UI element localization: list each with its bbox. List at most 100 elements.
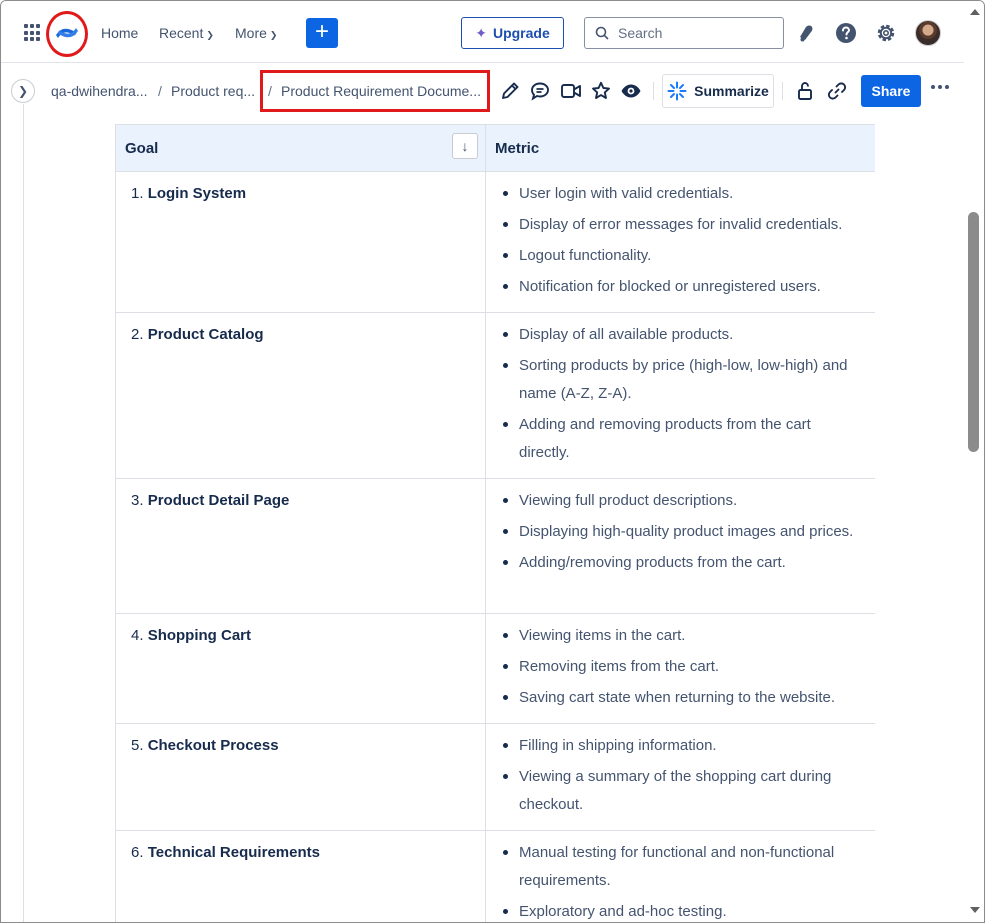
- list-item: Viewing a summary of the shopping cart d…: [500, 763, 861, 819]
- goal-title: Shopping Cart: [147, 627, 252, 644]
- settings-gear-icon[interactable]: [874, 21, 898, 45]
- column-header-label: Metric: [495, 139, 540, 157]
- notifications-icon[interactable]: [794, 21, 818, 45]
- goal-number: 3.: [131, 492, 144, 509]
- table-row: 4. Shopping Cart Viewing items in the ca…: [115, 613, 875, 724]
- metric-cell[interactable]: User login with valid credentials. Displ…: [485, 171, 875, 313]
- confluence-logo-icon[interactable]: [56, 23, 78, 43]
- table-row: 6. Technical Requirements Manual testing…: [115, 830, 875, 922]
- page-header-bar: ❯ qa-dwihendra... / Product req... / Pro…: [1, 63, 964, 118]
- help-icon[interactable]: [834, 21, 858, 45]
- requirements-table-container: Goal ↓ Metric 1. Login System User login…: [115, 124, 875, 922]
- goal-title: Checkout Process: [147, 737, 279, 754]
- sidebar-edge: [23, 104, 24, 922]
- edit-pencil-icon[interactable]: [499, 80, 521, 102]
- video-record-icon[interactable]: [560, 80, 582, 102]
- list-item: Viewing items in the cart.: [500, 622, 861, 650]
- table-row: 3. Product Detail Page Viewing full prod…: [115, 478, 875, 614]
- metric-cell[interactable]: Viewing items in the cart. Removing item…: [485, 613, 875, 724]
- list-item: Notification for blocked or unregistered…: [500, 273, 861, 301]
- list-item: Filling in shipping information.: [500, 732, 861, 760]
- more-actions-icon[interactable]: [931, 85, 949, 89]
- metric-list: Manual testing for functional and non-fu…: [500, 839, 861, 922]
- metric-cell[interactable]: Manual testing for functional and non-fu…: [485, 830, 875, 922]
- scrollbar-thumb[interactable]: [968, 212, 979, 452]
- share-button[interactable]: Share: [861, 75, 921, 107]
- goal-cell[interactable]: 1. Login System: [115, 171, 486, 313]
- metric-cell[interactable]: Viewing full product descriptions. Displ…: [485, 478, 875, 614]
- nav-recent[interactable]: Recent ❯: [159, 25, 214, 41]
- nav-recent-label: Recent: [159, 25, 204, 41]
- list-item: Removing items from the cart.: [500, 653, 861, 681]
- goal-cell[interactable]: 2. Product Catalog: [115, 312, 486, 479]
- top-navigation: Home Recent ❯ More ❯ + ✦ Upgrade: [1, 1, 964, 63]
- annotation-box: [260, 70, 490, 112]
- table-row: 1. Login System User login with valid cr…: [115, 171, 875, 313]
- table-row: 2. Product Catalog Display of all availa…: [115, 312, 875, 479]
- goal-title: Product Catalog: [147, 326, 264, 343]
- list-item: Logout functionality.: [500, 242, 861, 270]
- ai-sparkle-icon: [667, 81, 687, 101]
- nav-home[interactable]: Home: [101, 25, 138, 41]
- column-header-metric[interactable]: Metric: [485, 124, 875, 172]
- goal-cell[interactable]: 3. Product Detail Page: [115, 478, 486, 614]
- column-header-goal[interactable]: Goal ↓: [115, 124, 486, 172]
- vertical-scrollbar[interactable]: [964, 1, 984, 922]
- breadcrumb-parent[interactable]: Product req...: [171, 83, 255, 99]
- metric-cell[interactable]: Display of all available products. Sorti…: [485, 312, 875, 479]
- comment-icon[interactable]: [529, 80, 551, 102]
- search-icon: [595, 26, 609, 40]
- app-switcher-icon[interactable]: [24, 24, 42, 42]
- metric-cell[interactable]: Filling in shipping information. Viewing…: [485, 723, 875, 831]
- chevron-down-icon: ❯: [206, 30, 214, 40]
- sort-button[interactable]: ↓: [452, 133, 478, 159]
- list-item: Sorting products by price (high-low, low…: [500, 352, 861, 408]
- goal-number: 1.: [131, 185, 144, 202]
- chevron-down-icon: ❯: [269, 30, 278, 40]
- metric-list: Viewing full product descriptions. Displ…: [500, 487, 861, 577]
- share-label: Share: [871, 83, 911, 99]
- star-icon[interactable]: [590, 80, 612, 102]
- goal-cell[interactable]: 5. Checkout Process: [115, 723, 486, 831]
- search-input[interactable]: [618, 25, 768, 41]
- search-field[interactable]: [584, 17, 784, 49]
- summarize-button[interactable]: Summarize: [662, 74, 774, 108]
- list-item: Adding and removing products from the ca…: [500, 411, 861, 467]
- goal-number: 4.: [131, 627, 144, 644]
- create-button[interactable]: +: [306, 18, 338, 48]
- divider: [782, 82, 783, 100]
- copy-link-icon[interactable]: [826, 80, 848, 102]
- metric-list: Filling in shipping information. Viewing…: [500, 732, 861, 819]
- goal-number: 5.: [131, 737, 144, 754]
- nav-home-label: Home: [101, 25, 139, 41]
- goal-title: Login System: [147, 185, 247, 202]
- user-avatar[interactable]: [915, 20, 941, 46]
- upgrade-button[interactable]: ✦ Upgrade: [461, 17, 564, 49]
- goal-number: 2.: [131, 326, 144, 343]
- column-header-label: Goal: [125, 139, 159, 157]
- metric-list: User login with valid credentials. Displ…: [500, 180, 861, 301]
- watch-eye-icon[interactable]: [620, 80, 642, 102]
- expand-sidebar-button[interactable]: ❯: [11, 79, 35, 103]
- scroll-down-arrow-icon[interactable]: [970, 907, 980, 913]
- breadcrumb-space[interactable]: qa-dwihendra...: [51, 83, 148, 99]
- list-item: Exploratory and ad-hoc testing.: [500, 898, 861, 922]
- goal-cell[interactable]: 4. Shopping Cart: [115, 613, 486, 724]
- nav-more[interactable]: More ❯: [235, 25, 277, 41]
- list-item: Manual testing for functional and non-fu…: [500, 839, 861, 895]
- scroll-up-arrow-icon[interactable]: [970, 9, 980, 15]
- goal-cell[interactable]: 6. Technical Requirements: [115, 830, 486, 922]
- browser-window: Home Recent❯ More❯ + ✦ Upgrade ❯: [0, 0, 985, 923]
- plus-icon: +: [314, 18, 329, 45]
- list-item: Displaying high-quality product images a…: [500, 518, 861, 546]
- arrow-down-icon: ↓: [461, 138, 469, 154]
- list-item: Display of error messages for invalid cr…: [500, 211, 861, 239]
- goal-number: 6.: [131, 844, 144, 861]
- unlock-icon[interactable]: [794, 80, 816, 102]
- metric-list: Display of all available products. Sorti…: [500, 321, 861, 467]
- summarize-label: Summarize: [694, 83, 769, 99]
- sparkle-icon: ✦: [475, 24, 487, 41]
- list-item: Display of all available products.: [500, 321, 861, 349]
- list-item: Viewing full product descriptions.: [500, 487, 861, 515]
- list-item: Adding/removing products from the cart.: [500, 549, 861, 577]
